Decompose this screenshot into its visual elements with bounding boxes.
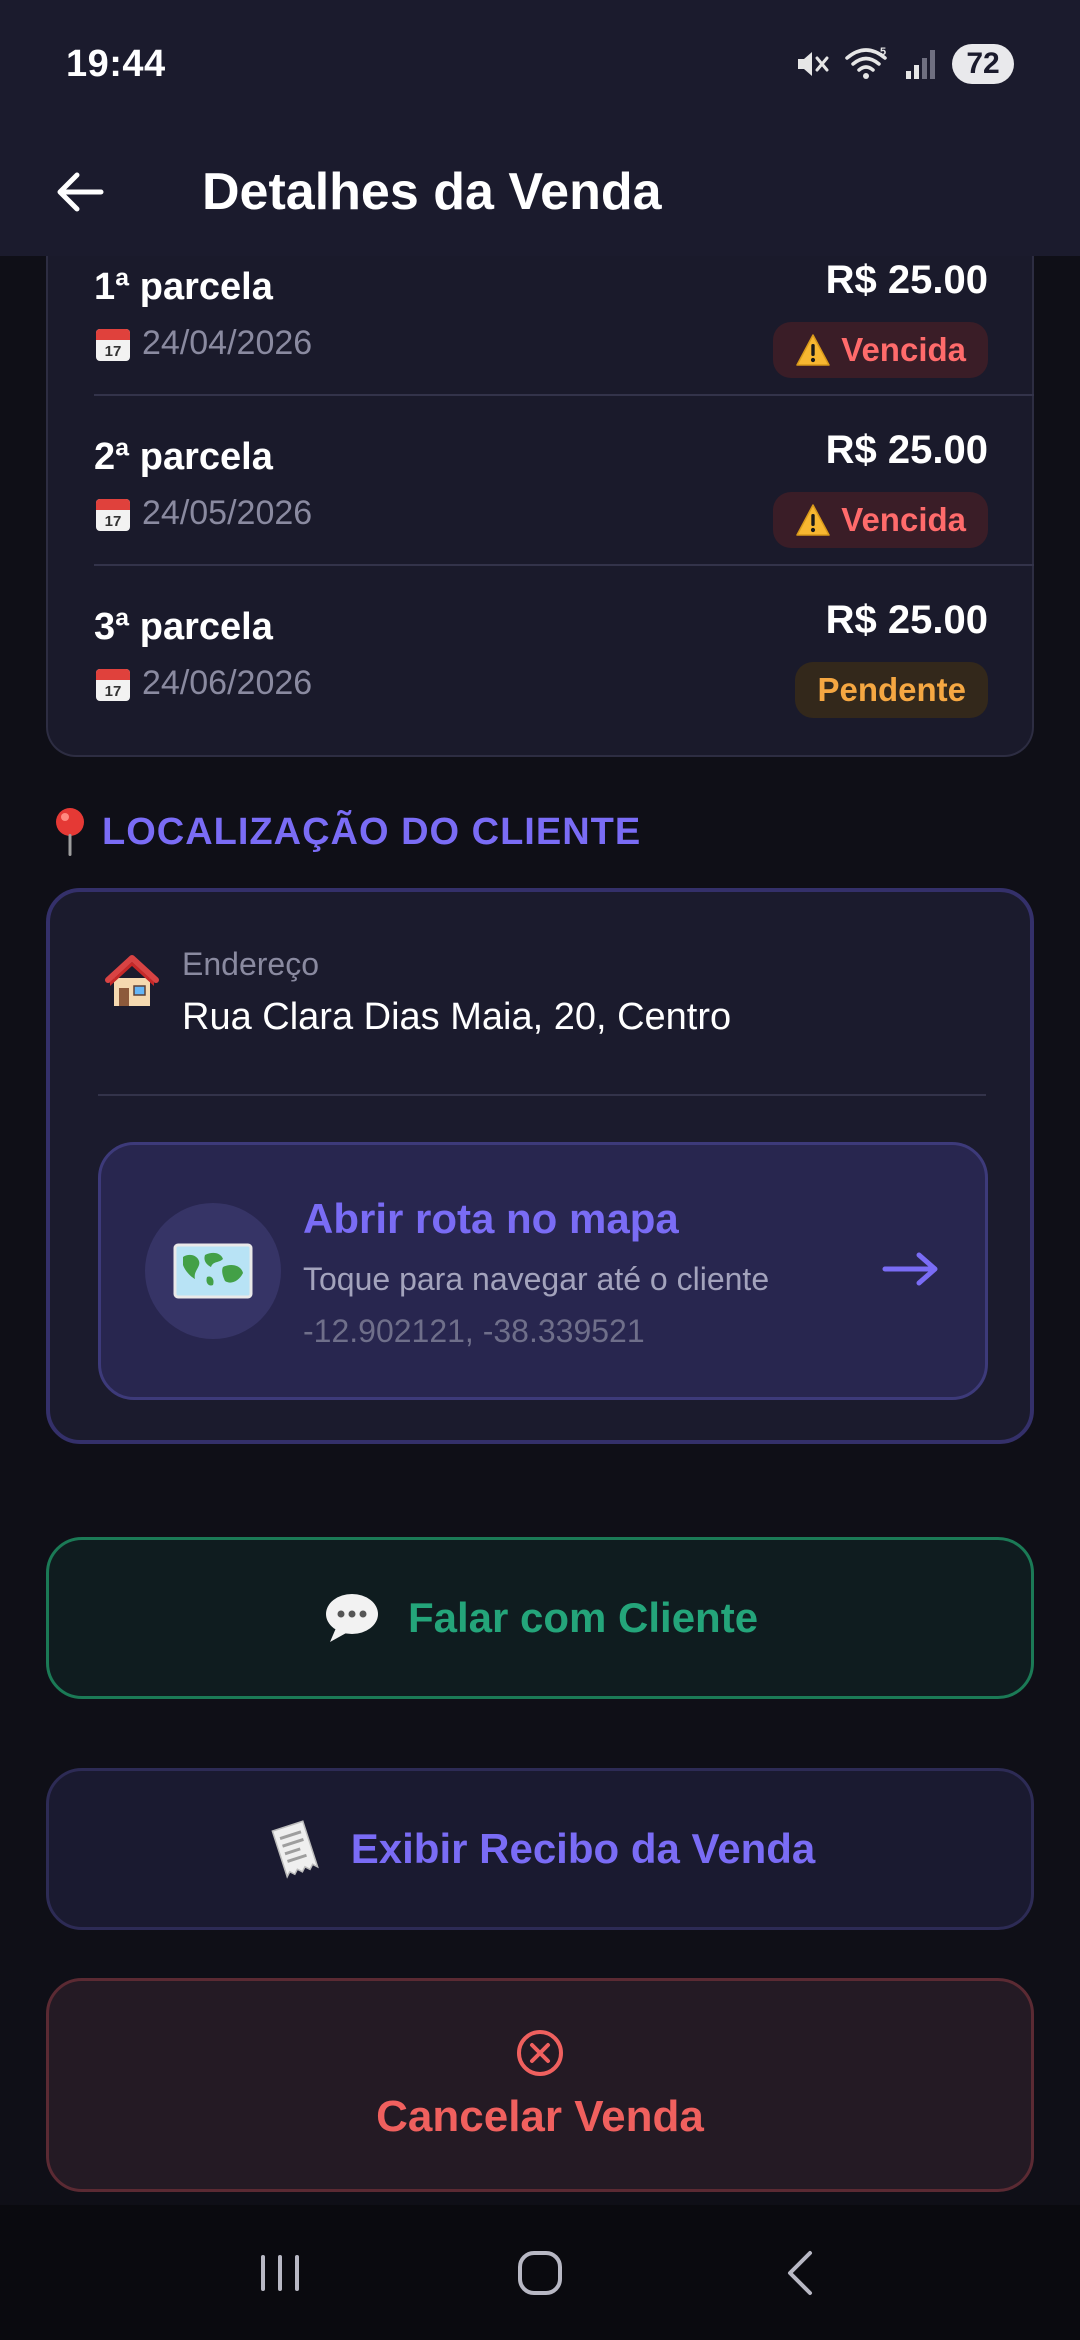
route-subtitle: Toque para navegar até o cliente (303, 1261, 770, 1297)
installment-label: 1ª parcela (94, 266, 273, 308)
battery-icon: 72 (952, 44, 1014, 84)
app-bar: Detalhes da Venda (0, 128, 1080, 256)
screen: 1ª parcela 17 24/04/2026 R$ 25.00 Vencid… (0, 0, 1080, 2340)
page-title: Detalhes da Venda (202, 163, 662, 221)
navigation-bar (0, 2205, 1080, 2340)
cancel-sale-label: Cancelar Venda (376, 2092, 704, 2141)
close-circle-icon (517, 2030, 563, 2076)
calendar-icon: 17 (96, 668, 130, 701)
divider (98, 1094, 986, 1096)
status-bar: 19:44 5 72 (0, 0, 1080, 128)
chevron-left-icon (788, 2250, 812, 2295)
installment-label: 2ª parcela (94, 436, 273, 478)
warning-icon (796, 504, 831, 536)
installment-date: 17 24/04/2026 (94, 324, 312, 363)
installment-row[interactable]: 2ª parcela 17 24/05/2026 R$ 25.00 Vencid… (94, 428, 988, 606)
arrow-left-icon (57, 172, 104, 212)
map-icon-container (145, 1203, 281, 1339)
status-time: 19:44 (66, 42, 166, 85)
recent-apps-icon (261, 2254, 299, 2291)
receipt-icon (271, 1820, 319, 1879)
house-icon (102, 952, 162, 1017)
talk-to-client-button[interactable]: Falar com Cliente (46, 1537, 1034, 1699)
wifi-icon: 5 (845, 46, 887, 79)
calendar-icon: 17 (96, 328, 130, 361)
route-title: Abrir rota no mapa (303, 1195, 679, 1242)
back-button[interactable] (20, 128, 140, 256)
status-badge: Vencida (773, 322, 988, 378)
installment-date: 17 24/06/2026 (94, 664, 312, 703)
divider (94, 564, 1034, 566)
installment-label: 3ª parcela (94, 606, 273, 648)
section-title: LOCALIZAÇÃO DO CLIENTE (102, 810, 642, 853)
installment-amount: R$ 25.00 (825, 428, 988, 472)
status-icons: 5 72 (794, 44, 1014, 84)
installment-amount: R$ 25.00 (825, 258, 988, 302)
installment-row[interactable]: 1ª parcela 17 24/04/2026 R$ 25.00 Vencid… (94, 258, 988, 436)
map-icon (173, 1243, 253, 1299)
svg-text:17: 17 (105, 343, 122, 360)
show-receipt-button[interactable]: Exibir Recibo da Venda (46, 1768, 1034, 1930)
talk-to-client-label: Falar com Cliente (407, 1594, 759, 1641)
installment-row[interactable]: 3ª parcela 17 24/06/2026 R$ 25.00 Penden… (94, 598, 988, 776)
home-icon (518, 2250, 562, 2295)
route-coordinates: -12.902121, -38.339521 (303, 1313, 645, 1349)
speech-bubble-icon (325, 1594, 378, 1642)
home-button[interactable] (480, 2223, 600, 2323)
location-section-header: LOCALIZAÇÃO DO CLIENTE (52, 806, 641, 858)
installment-date: 17 24/05/2026 (94, 494, 312, 533)
recent-apps-button[interactable] (220, 2223, 340, 2323)
nav-back-button[interactable] (740, 2223, 860, 2323)
cancel-sale-button[interactable]: Cancelar Venda (46, 1978, 1034, 2192)
pin-icon (56, 808, 84, 856)
divider (94, 394, 1034, 396)
open-route-button[interactable]: Abrir rota no mapa Toque para navegar at… (98, 1142, 988, 1400)
svg-text:17: 17 (105, 513, 122, 530)
svg-text:5: 5 (880, 46, 886, 58)
show-receipt-label: Exibir Recibo da Venda (350, 1825, 816, 1872)
signal-icon (906, 50, 935, 79)
warning-icon (796, 334, 831, 366)
installments-card: 1ª parcela 17 24/04/2026 R$ 25.00 Vencid… (46, 200, 1034, 757)
calendar-icon: 17 (96, 498, 130, 531)
arrow-right-icon (881, 1249, 941, 1294)
installment-amount: R$ 25.00 (825, 598, 988, 642)
status-badge: Pendente (795, 662, 988, 718)
address-value: Rua Clara Dias Maia, 20, Centro (182, 996, 732, 1038)
address-label: Endereço (182, 946, 319, 982)
location-card: Endereço Rua Clara Dias Maia, 20, Centro… (46, 888, 1034, 1444)
svg-text:17: 17 (105, 683, 122, 700)
mute-icon (798, 52, 829, 76)
status-badge: Vencida (773, 492, 988, 548)
